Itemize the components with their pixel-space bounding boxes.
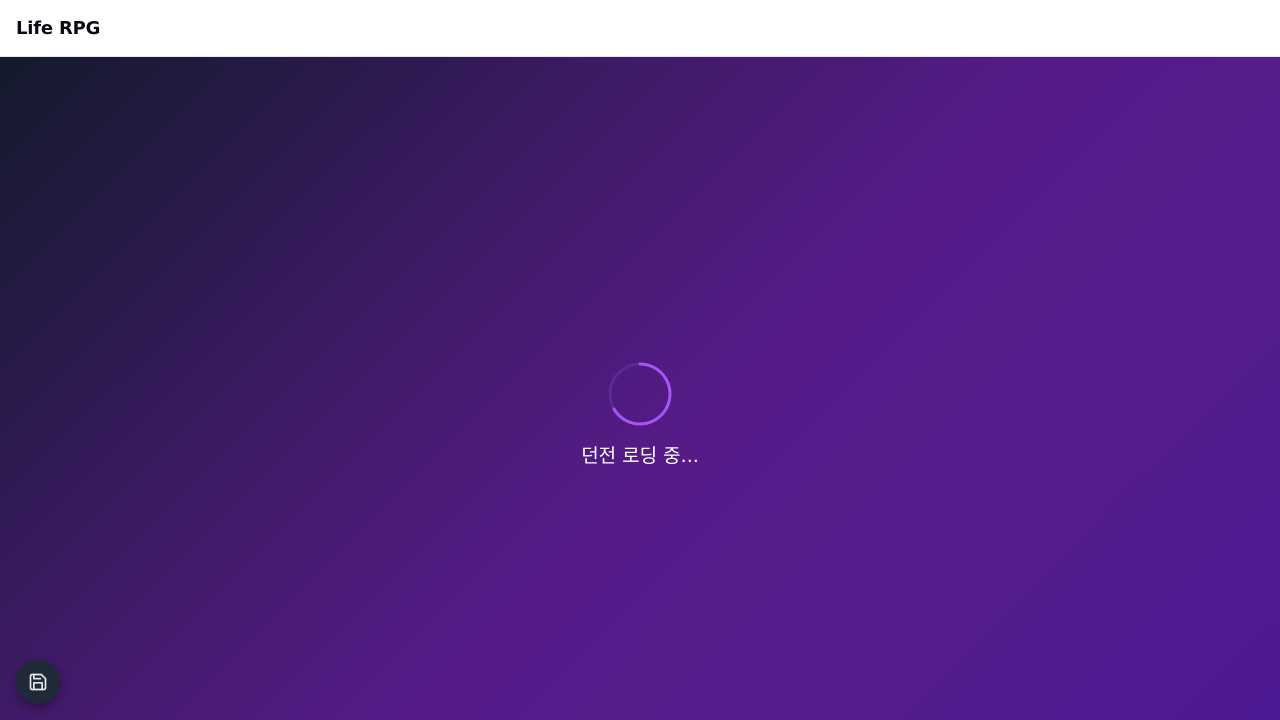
save-button[interactable]	[16, 660, 60, 704]
app-title: Life RPG	[16, 17, 101, 39]
save-icon	[29, 673, 47, 691]
spinner-icon	[608, 362, 672, 426]
loading-text: 던전 로딩 중...	[581, 445, 699, 467]
loading-overlay: 던전 로딩 중...	[0, 57, 1280, 720]
main-content: 던전 로딩 중...	[0, 57, 1280, 720]
app-header: Life RPG	[0, 0, 1280, 57]
